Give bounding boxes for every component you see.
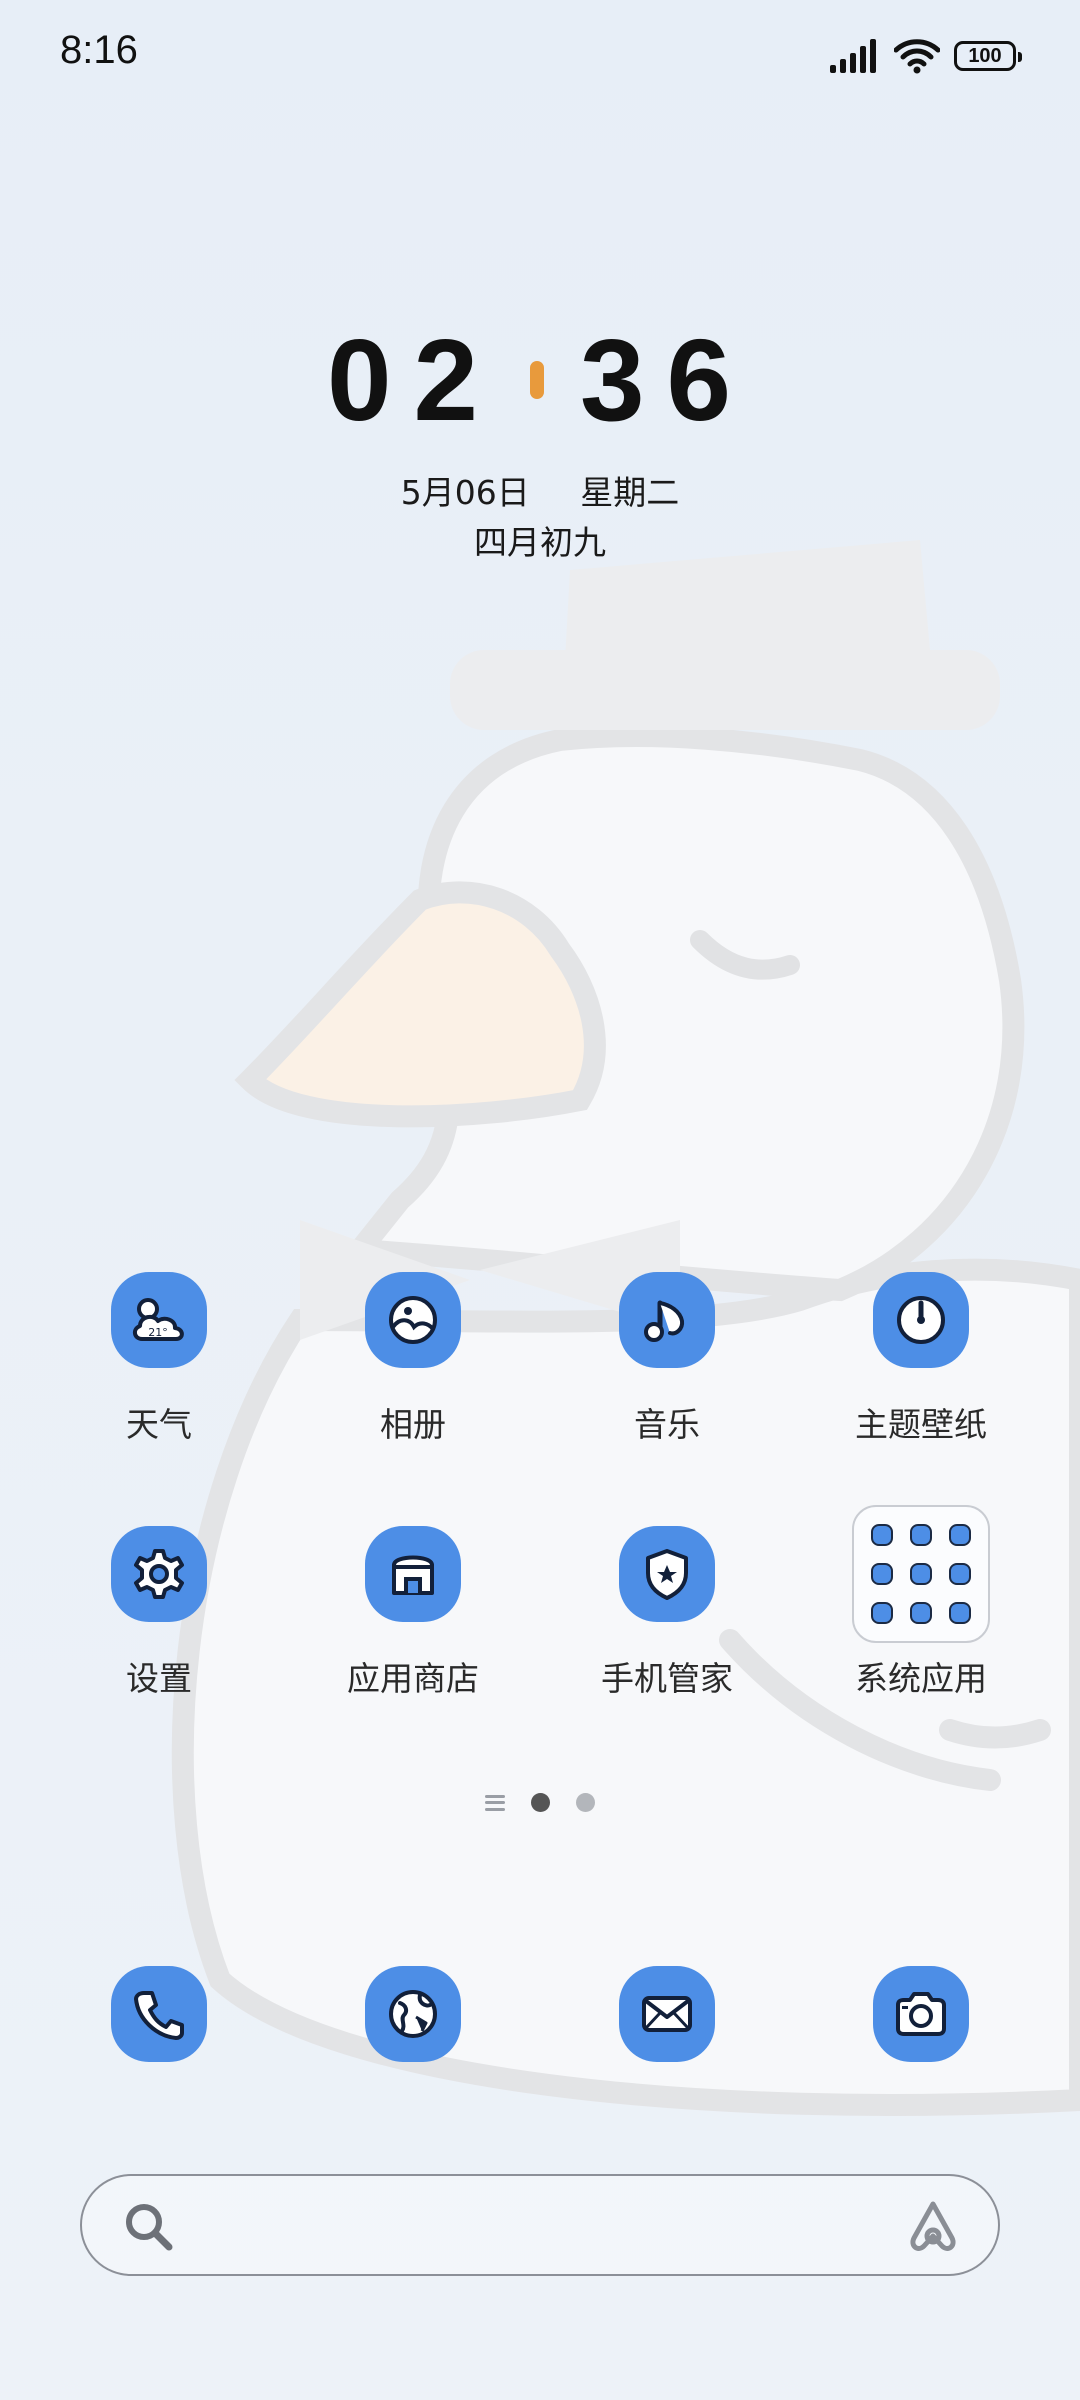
- lunar-date: 四月初九: [474, 523, 606, 562]
- folder-icon: [852, 1505, 990, 1643]
- battery-icon: 100: [954, 41, 1022, 71]
- mini-app-icon: [870, 1523, 893, 1546]
- weekday-text: 星期二: [580, 473, 680, 512]
- app-label: 音乐: [634, 1405, 700, 1444]
- app-label: 天气: [126, 1405, 192, 1444]
- status-icons: 100: [830, 34, 1022, 78]
- mini-app-icon: [870, 1562, 893, 1585]
- date-line: 5月06日 星期二: [0, 466, 1080, 514]
- app-settings[interactable]: 设置: [44, 1526, 274, 1700]
- clock-hours: 02: [326, 315, 500, 445]
- search-bar[interactable]: [80, 2174, 1000, 2276]
- dock-mail[interactable]: [619, 1966, 715, 2062]
- weather-icon: 21°: [111, 1272, 207, 1368]
- app-phone-manager[interactable]: 手机管家: [552, 1526, 782, 1700]
- app-store[interactable]: 应用商店: [298, 1526, 528, 1700]
- app-label: 手机管家: [601, 1659, 733, 1698]
- music-icon: [619, 1272, 715, 1368]
- clock-widget[interactable]: 02 36: [0, 322, 1080, 438]
- mini-app-icon: [909, 1562, 932, 1585]
- signal-icon: [830, 39, 876, 73]
- dock-camera[interactable]: [873, 1966, 969, 2062]
- mini-app-icon: [909, 1523, 932, 1546]
- app-gallery[interactable]: 相册: [298, 1272, 528, 1446]
- theme-icon: [873, 1272, 969, 1368]
- page-dot-1[interactable]: [531, 1793, 550, 1812]
- mail-icon: [619, 1966, 715, 2062]
- store-icon: [365, 1526, 461, 1622]
- camera-icon: [873, 1966, 969, 2062]
- app-label: 主题壁纸: [855, 1405, 987, 1444]
- mini-app-icon: [909, 1602, 932, 1625]
- mini-app-icon: [870, 1602, 893, 1625]
- mini-app-icon: [949, 1562, 972, 1585]
- page-menu-icon[interactable]: [485, 1794, 505, 1811]
- page-dot-2[interactable]: [576, 1793, 595, 1812]
- folder-system-apps[interactable]: 系统应用: [806, 1505, 1036, 1700]
- app-theme-wallpaper[interactable]: 主题壁纸: [806, 1272, 1036, 1446]
- phone-icon: [111, 1966, 207, 2062]
- app-label: 系统应用: [855, 1659, 987, 1698]
- app-label: 应用商店: [347, 1659, 479, 1698]
- status-bar: 8:16 100: [0, 0, 1080, 110]
- status-time: 8:16: [60, 28, 138, 72]
- clock-minutes: 36: [580, 315, 754, 445]
- weather-temperature: 21°: [148, 1326, 168, 1339]
- shield-icon: [619, 1526, 715, 1622]
- app-music[interactable]: 音乐: [552, 1272, 782, 1446]
- app-label: 相册: [380, 1405, 446, 1444]
- gear-icon: [111, 1526, 207, 1622]
- mini-app-icon: [949, 1602, 972, 1625]
- dock-phone[interactable]: [111, 1966, 207, 2062]
- browser-icon: [365, 1966, 461, 2062]
- search-icon[interactable]: [122, 2200, 176, 2254]
- date-text: 5月06日: [400, 473, 530, 512]
- app-weather[interactable]: 21° 天气: [44, 1272, 274, 1446]
- gallery-icon: [365, 1272, 461, 1368]
- dock-browser[interactable]: [365, 1966, 461, 2062]
- page-indicator[interactable]: [0, 1793, 1080, 1812]
- app-label: 设置: [126, 1659, 192, 1698]
- assistant-icon[interactable]: [904, 2198, 962, 2254]
- battery-level: 100: [968, 44, 1002, 67]
- wifi-icon: [894, 39, 940, 74]
- clock-separator: [530, 361, 544, 399]
- mini-app-icon: [949, 1523, 972, 1546]
